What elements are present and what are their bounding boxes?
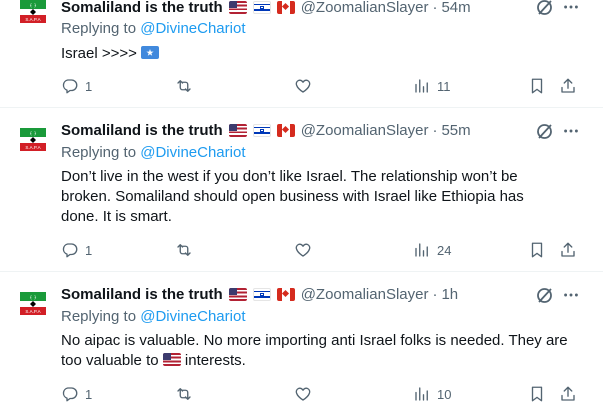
bookmark-button[interactable] — [528, 384, 546, 404]
bookmark-button[interactable] — [528, 240, 546, 260]
like-button[interactable] — [294, 76, 318, 96]
reply-button[interactable]: 1 — [61, 384, 92, 404]
tweet-text: No aipac is valuable. No more importing … — [61, 332, 568, 369]
bookmark-icon — [531, 386, 543, 402]
grok-icon[interactable] — [535, 121, 555, 141]
repost-icon — [177, 244, 191, 256]
repost-button[interactable] — [175, 240, 199, 260]
views-icon — [415, 387, 428, 401]
display-name[interactable]: Somaliland is the truth — [61, 0, 223, 16]
replying-to: Replying to @DivineChariot — [61, 20, 246, 37]
avatar[interactable]: ﴾ ﴿ S.A.P.A — [13, 0, 53, 32]
svg-text:﴾ ﴿: ﴾ ﴿ — [29, 295, 36, 301]
svg-text:﴾ ﴿: ﴾ ﴿ — [29, 3, 36, 9]
share-button[interactable] — [559, 76, 577, 96]
handle[interactable]: @ZoomalianSlayer — [301, 286, 429, 303]
timestamp[interactable]: 1h — [441, 286, 458, 303]
bookmark-button[interactable] — [528, 76, 546, 96]
share-icon — [561, 386, 575, 401]
repost-button[interactable] — [175, 76, 199, 96]
heart-icon — [295, 79, 311, 93]
display-name[interactable]: Somaliland is the truth — [61, 122, 223, 139]
bookmark-icon — [531, 78, 543, 94]
svg-text:S.A.P.A: S.A.P.A — [25, 309, 40, 314]
views-button[interactable]: 24 — [413, 240, 451, 260]
replying-to: Replying to @DivineChariot — [61, 308, 246, 325]
reply-button[interactable]: 1 — [61, 240, 92, 260]
more-icon[interactable] — [561, 0, 581, 17]
israel-flag-icon — [252, 123, 271, 137]
us-flag-icon — [228, 287, 247, 301]
name-flags — [228, 0, 295, 14]
tweet-3[interactable]: ﴾ ﴿ S.A.P.A Somaliland is the truth @Zoo… — [0, 272, 603, 410]
avatar[interactable]: ﴾ ﴿ S.A.P.A — [13, 120, 53, 160]
repost-icon — [177, 388, 191, 400]
handle[interactable]: @ZoomalianSlayer — [301, 0, 429, 16]
timestamp[interactable]: 55m — [441, 122, 470, 139]
us-flag-icon — [228, 0, 247, 14]
svg-text:﴾ ﴿: ﴾ ﴿ — [29, 131, 36, 137]
svg-text:S.A.P.A: S.A.P.A — [25, 145, 40, 150]
repost-button[interactable] — [175, 384, 199, 404]
tweet-actions: 1 24 — [61, 240, 581, 260]
replying-to-link[interactable]: @DivineChariot — [140, 20, 245, 37]
display-name[interactable]: Somaliland is the truth — [61, 286, 223, 303]
heart-icon — [295, 387, 311, 401]
views-button[interactable]: 10 — [413, 384, 451, 404]
grok-icon[interactable] — [535, 285, 555, 305]
more-icon[interactable] — [561, 285, 581, 305]
handle[interactable]: @ZoomalianSlayer — [301, 122, 429, 139]
us-flag-icon — [162, 353, 181, 366]
tweet-text: Israel >>>> — [61, 44, 581, 64]
israel-flag-icon — [252, 0, 271, 14]
reply-icon — [62, 387, 78, 402]
reply-icon — [62, 79, 78, 94]
replying-to-link[interactable]: @DivineChariot — [140, 308, 245, 325]
views-icon — [415, 243, 428, 257]
name-flags — [228, 123, 295, 137]
share-icon — [561, 78, 575, 93]
tweet-actions: 1 11 — [61, 76, 581, 96]
canada-flag-icon — [276, 287, 295, 301]
share-button[interactable] — [559, 384, 577, 404]
canada-flag-icon — [276, 123, 295, 137]
israel-flag-icon — [252, 287, 271, 301]
tweet-2[interactable]: ﴾ ﴿ S.A.P.A Somaliland is the truth @Zoo… — [0, 108, 603, 271]
more-icon[interactable] — [561, 121, 581, 141]
tweet-1[interactable]: ﴾ ﴿ S.A.P.A Somaliland is the truth @Zoo… — [0, 0, 603, 110]
svg-text:S.A.P.A: S.A.P.A — [25, 17, 40, 22]
heart-icon — [295, 243, 311, 257]
reply-button[interactable]: 1 — [61, 76, 92, 96]
timestamp[interactable]: 54m — [441, 0, 470, 16]
tweet-text: Don’t live in the west if you don’t like… — [61, 168, 524, 225]
us-flag-icon — [228, 123, 247, 137]
bookmark-icon — [531, 242, 543, 258]
views-icon — [415, 79, 428, 93]
name-flags — [228, 287, 295, 301]
tweet-actions: 1 10 — [61, 384, 581, 404]
like-button[interactable] — [294, 384, 318, 404]
like-button[interactable] — [294, 240, 318, 260]
share-icon — [561, 242, 575, 257]
grok-icon[interactable] — [535, 0, 555, 17]
views-button[interactable]: 11 — [413, 76, 451, 96]
replying-to-link[interactable]: @DivineChariot — [140, 144, 245, 161]
repost-icon — [177, 80, 191, 92]
avatar[interactable]: ﴾ ﴿ S.A.P.A — [13, 284, 53, 324]
canada-flag-icon — [276, 0, 295, 14]
reply-icon — [62, 243, 78, 258]
somalia-flag-icon — [141, 46, 160, 59]
replying-to: Replying to @DivineChariot — [61, 144, 246, 161]
share-button[interactable] — [559, 240, 577, 260]
